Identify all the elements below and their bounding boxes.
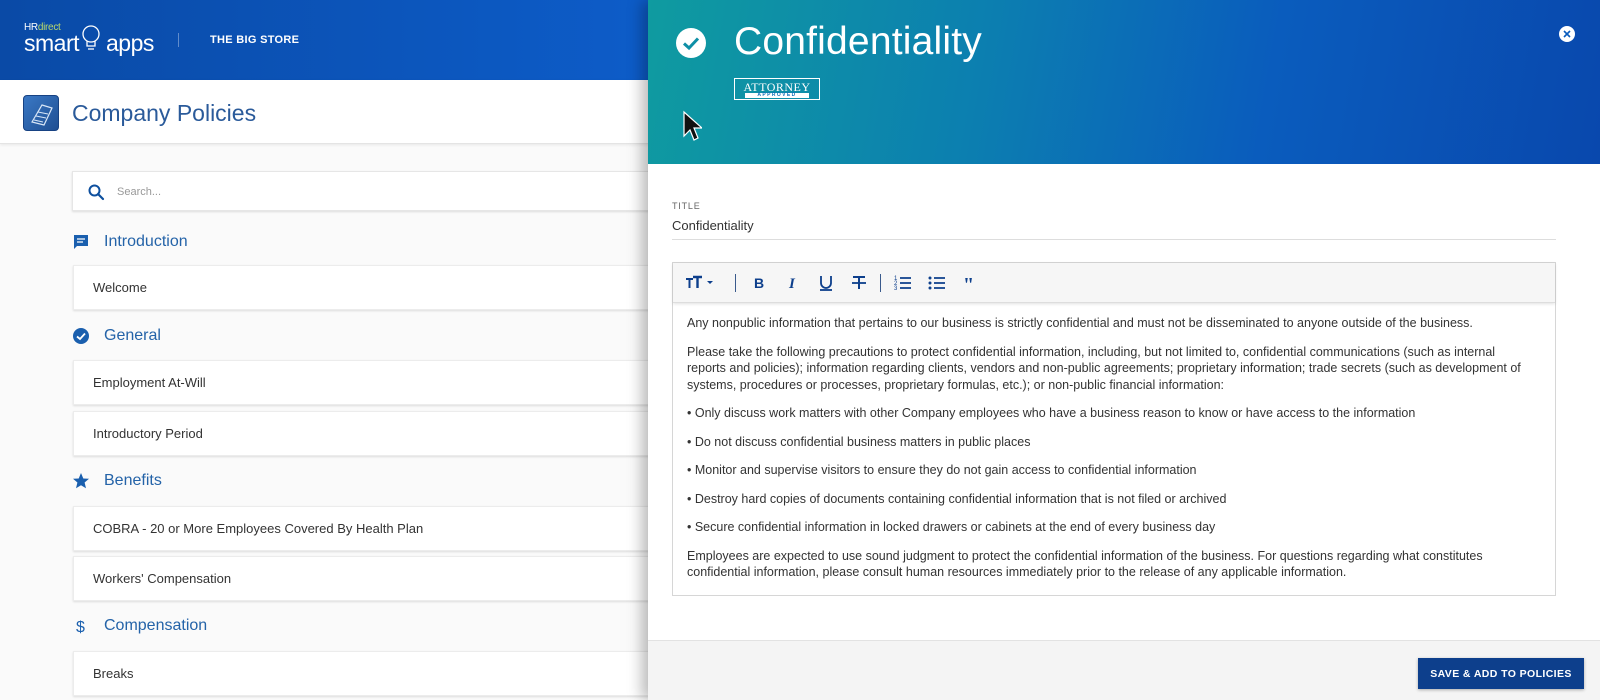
policy-item[interactable]: Welcome bbox=[73, 265, 673, 310]
bullet-paragraph: • Secure confidential information in loc… bbox=[687, 520, 1216, 534]
strikethrough-icon bbox=[852, 276, 866, 289]
bullet-list-button[interactable] bbox=[927, 273, 947, 293]
bullet-paragraph: • Do not discuss confidential business m… bbox=[687, 434, 1031, 449]
check-circle-icon bbox=[73, 328, 89, 344]
policy-item[interactable]: Workers' Compensation bbox=[73, 556, 673, 601]
star-icon bbox=[73, 473, 89, 489]
attorney-approved-badge: ATTORNEY APPROVED bbox=[734, 78, 820, 100]
title-field-input[interactable]: Confidentiality bbox=[672, 218, 754, 233]
drawer-footer: SAVE & ADD TO POLICIES bbox=[648, 640, 1600, 700]
text-size-dropdown[interactable] bbox=[685, 273, 719, 293]
ordered-list-icon: 1 2 3 bbox=[894, 276, 911, 292]
save-and-add-button[interactable]: SAVE & ADD TO POLICIES bbox=[1418, 658, 1584, 689]
policy-item[interactable]: Breaks bbox=[73, 651, 673, 696]
underline-icon bbox=[820, 276, 832, 291]
toolbar-separator bbox=[880, 274, 881, 292]
paragraph: Employees are expected to use sound judg… bbox=[687, 548, 1483, 580]
svg-text:I: I bbox=[788, 276, 796, 292]
bullet-list-icon bbox=[928, 276, 945, 290]
text-size-icon bbox=[686, 275, 713, 288]
blockquote-button[interactable]: " bbox=[960, 273, 980, 296]
mouse-cursor-icon bbox=[683, 110, 702, 141]
strikethrough-button[interactable] bbox=[849, 273, 869, 293]
title-field-underline bbox=[672, 239, 1556, 240]
quote-icon: " bbox=[963, 274, 974, 296]
svg-text:3: 3 bbox=[894, 286, 898, 292]
paragraph: Please take the following precautions to… bbox=[687, 344, 1521, 392]
close-button[interactable] bbox=[1559, 26, 1575, 42]
rich-text-editor[interactable]: B I 1 2 3 " Any nonpublic information th… bbox=[672, 262, 1556, 596]
bullet-paragraph: • Only discuss work matters with other C… bbox=[687, 406, 1416, 420]
title-field-label: TITLE bbox=[672, 201, 701, 211]
bullet-paragraph: • Monitor and supervise visitors to ensu… bbox=[687, 463, 1197, 477]
bullet-paragraph: • Destroy hard copies of documents conta… bbox=[687, 491, 1227, 506]
editor-toolbar: B I 1 2 3 " bbox=[673, 263, 1555, 303]
ordered-list-button[interactable]: 1 2 3 bbox=[893, 273, 913, 293]
check-circle-icon bbox=[676, 28, 706, 58]
dollar-icon: $ bbox=[76, 619, 85, 635]
section-benefits: Benefits bbox=[72, 469, 572, 493]
policy-drawer: Confidentiality ATTORNEY APPROVED TITLE … bbox=[648, 0, 1600, 700]
store-name[interactable]: THE BIG STORE bbox=[210, 34, 299, 46]
header-divider bbox=[178, 33, 179, 47]
svg-text:$: $ bbox=[76, 619, 85, 635]
drawer-title: Confidentiality bbox=[734, 20, 982, 63]
policy-item[interactable]: Introductory Period bbox=[73, 411, 673, 456]
search-input[interactable] bbox=[117, 180, 617, 204]
page-title: Company Policies bbox=[72, 100, 257, 126]
bold-button[interactable]: B bbox=[749, 273, 769, 293]
bold-icon: B bbox=[754, 275, 764, 291]
search-icon bbox=[88, 184, 105, 201]
section-introduction: Introduction bbox=[72, 230, 572, 254]
chat-bubble-icon bbox=[74, 235, 88, 249]
policy-item[interactable]: Employment At-Will bbox=[73, 360, 673, 405]
search-box[interactable] bbox=[72, 171, 672, 211]
svg-text:": " bbox=[963, 274, 974, 293]
drawer-header: Confidentiality ATTORNEY APPROVED bbox=[648, 0, 1600, 164]
policy-item[interactable]: COBRA - 20 or More Employees Covered By … bbox=[73, 506, 673, 551]
italic-icon: I bbox=[788, 276, 796, 292]
section-general: General bbox=[72, 324, 572, 348]
editor-content[interactable]: Any nonpublic information that pertains … bbox=[687, 315, 1537, 593]
policy-book-icon bbox=[23, 95, 59, 131]
lightbulb-icon bbox=[82, 25, 100, 50]
page-header: Company Policies bbox=[0, 80, 650, 144]
svg-text:B: B bbox=[754, 275, 764, 291]
italic-button[interactable]: I bbox=[783, 273, 803, 293]
hrdirect-smartapps-logo[interactable]: HRdirect smart apps bbox=[24, 22, 154, 56]
underline-button[interactable] bbox=[816, 273, 836, 293]
close-icon bbox=[1563, 30, 1571, 38]
toolbar-separator bbox=[735, 274, 736, 292]
section-compensation: $ Compensation bbox=[72, 614, 572, 638]
paragraph: Any nonpublic information that pertains … bbox=[687, 316, 1473, 330]
